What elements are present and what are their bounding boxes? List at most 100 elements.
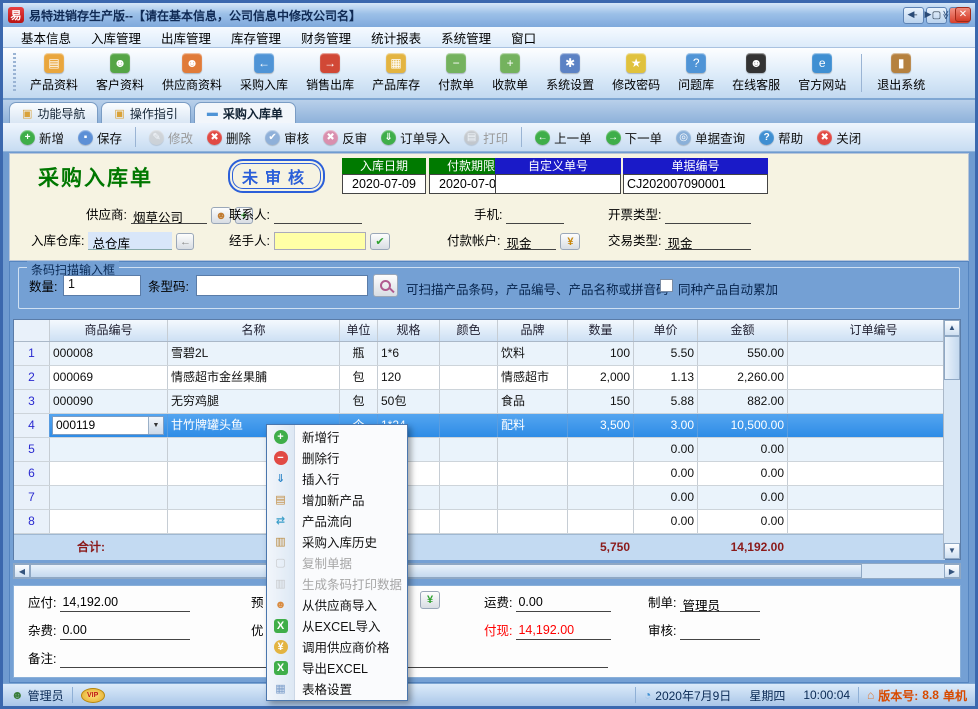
col-brand[interactable]: 品牌 [498, 320, 568, 341]
docbar-prev[interactable]: ← 上一单 [530, 126, 597, 149]
docbar-edit[interactable]: ✎ 修改 [144, 126, 198, 149]
toolbar-customers[interactable]: ☻ 客户资料 [87, 50, 153, 96]
menu-add-row[interactable]: + 新增行 [267, 426, 407, 447]
col-price[interactable]: 单价 [634, 320, 698, 341]
docbar-unaudit[interactable]: ✖ 反审 [318, 126, 372, 149]
warehouse-select-button[interactable]: ← [176, 233, 194, 250]
menu-item[interactable]: 基本信息 [11, 26, 81, 49]
toolbar-purchase-in[interactable]: ← 采购入库 [231, 50, 297, 96]
docbar-add[interactable]: + 新增 [15, 126, 69, 149]
col-spec[interactable]: 规格 [378, 320, 440, 341]
horizontal-scroll-thumb[interactable] [30, 564, 862, 578]
vertical-scrollbar[interactable]: ▲ ▼ [943, 320, 960, 559]
docbar-print[interactable]: ▤ 打印 [459, 126, 513, 149]
payable-field[interactable]: 14,192.00 [60, 595, 190, 612]
tab-guide[interactable]: ▣ 操作指引 [101, 102, 190, 123]
toolbar-products[interactable]: ▤ 产品资料 [21, 50, 87, 96]
tab-list-icon[interactable]: ≫ [938, 8, 952, 22]
docbar-delete[interactable]: ✖ 删除 [202, 126, 256, 149]
menu-import-supplier[interactable]: ☻ 从供应商导入 [267, 594, 407, 615]
horizontal-scrollbar[interactable]: ◀ ▶ [13, 563, 961, 579]
handler-select-button[interactable]: ✔ [370, 233, 390, 250]
docbar-help[interactable]: ? 帮助 [754, 126, 808, 149]
menu-export-excel[interactable]: X 导出EXCEL [267, 657, 407, 678]
menu-item[interactable]: 窗口 [501, 26, 546, 49]
menu-gen-barcode[interactable]: ▥ 生成条码打印数据 [267, 573, 407, 594]
date-value[interactable]: 2020-07-09 [342, 174, 426, 194]
menu-item[interactable]: 系统管理 [431, 26, 501, 49]
scroll-left-icon[interactable]: ◀ [14, 564, 30, 578]
barcode-code-input[interactable] [196, 275, 368, 296]
mobile-field[interactable] [506, 207, 564, 224]
trade-type-field[interactable]: 现金 [665, 233, 751, 250]
menu-item[interactable]: 财务管理 [291, 26, 361, 49]
scroll-right-icon[interactable]: ▶ [944, 564, 960, 578]
docbar-save[interactable]: ▪ 保存 [73, 126, 127, 149]
tab-purchase-order[interactable]: ▬ 采购入库单 [194, 102, 296, 123]
barcode-qty-input[interactable]: 1 [63, 275, 141, 296]
freight-field[interactable]: 0.00 [516, 595, 611, 612]
invoice-type-field[interactable] [665, 207, 751, 224]
toolbar-suppliers[interactable]: ☻ 供应商资料 [153, 50, 231, 96]
custom-no-value[interactable] [495, 174, 621, 194]
menu-purchase-history[interactable]: ▥ 采购入库历史 [267, 531, 407, 552]
col-color[interactable]: 颜色 [440, 320, 498, 341]
table-row[interactable]: 7 0.00 0.00 [14, 486, 945, 510]
menu-delete-row[interactable]: − 删除行 [267, 447, 407, 468]
tab-function-nav[interactable]: ▣ 功能导航 [9, 102, 98, 123]
toolbar-support[interactable]: ☻ 在线客服 [723, 50, 789, 96]
supplier-field[interactable]: 烟草公司 [131, 207, 207, 224]
vertical-scroll-thumb[interactable] [944, 336, 960, 380]
scroll-down-icon[interactable]: ▼ [944, 543, 960, 559]
menu-product-flow[interactable]: ⇄ 产品流向 [267, 510, 407, 531]
toolbar-faq[interactable]: ? 问题库 [669, 50, 723, 96]
menu-item[interactable]: 库存管理 [221, 26, 291, 49]
toolbar-settings[interactable]: ✱ 系统设置 [537, 50, 603, 96]
col-order-no[interactable]: 订单编号 [788, 320, 960, 341]
menu-item[interactable]: 出库管理 [151, 26, 221, 49]
tab-scroll-left-icon[interactable]: ◀ [904, 8, 918, 22]
docbar-close[interactable]: ✖ 关闭 [812, 126, 866, 149]
warehouse-field[interactable]: 总仓库 [88, 232, 172, 250]
toolbar-inventory[interactable]: ▦ 产品库存 [363, 50, 429, 96]
handler-field[interactable] [274, 232, 366, 250]
cash-paid-field[interactable]: 14,192.00 [516, 623, 611, 640]
currency-button[interactable]: ¥ [420, 591, 440, 609]
table-row[interactable]: 1 000008 雪碧2L 瓶 1*6 饮料 100 5.50 550.00 [14, 342, 945, 366]
horizontal-scroll-track[interactable] [862, 564, 944, 578]
menu-copy-doc[interactable]: ▢ 复制单据 [267, 552, 407, 573]
account-select-button[interactable]: ¥ [560, 233, 580, 250]
toolbar-payment[interactable]: − 付款单 [429, 50, 483, 96]
table-row[interactable]: 4 000119000119▼ 甘竹牌罐头鱼 个 1*24 配料 3,500 3… [14, 414, 945, 438]
col-name[interactable]: 名称 [168, 320, 340, 341]
toolbar-sales-out[interactable]: → 销售出库 [297, 50, 363, 96]
menu-import-excel[interactable]: X 从EXCEL导入 [267, 615, 407, 636]
pay-account-field[interactable]: 现金 [504, 233, 556, 250]
docbar-audit[interactable]: ✔ 审核 [260, 126, 314, 149]
product-code-combobox[interactable]: 000119▼ [52, 416, 164, 435]
col-amount[interactable]: 金额 [698, 320, 788, 341]
chevron-down-icon[interactable]: ▼ [148, 417, 163, 434]
docbar-order-import[interactable]: ⇓ 订单导入 [376, 126, 455, 149]
toolbar-receipt[interactable]: + 收款单 [483, 50, 537, 96]
supplier-lookup-button[interactable]: ☻ [211, 207, 231, 224]
col-code[interactable]: 商品编号 [50, 320, 168, 341]
contact-field[interactable] [274, 207, 362, 224]
table-row[interactable]: 3 000090 无穷鸡腿 包 50包 食品 150 5.88 882.00 [14, 390, 945, 414]
docbar-next[interactable]: → 下一单 [601, 126, 668, 149]
table-row[interactable]: 8 0.00 0.00 [14, 510, 945, 534]
toolbar-website[interactable]: e 官方网站 [789, 50, 855, 96]
menu-item[interactable]: 入库管理 [81, 26, 151, 49]
toolbar-exit[interactable]: ▮ 退出系统 [868, 50, 934, 96]
col-qty[interactable]: 数量 [568, 320, 634, 341]
barcode-search-button[interactable] [373, 274, 398, 297]
col-rownum[interactable] [14, 320, 50, 341]
table-row[interactable]: 6 0.00 0.00 [14, 462, 945, 486]
menu-add-product[interactable]: ▤ 增加新产品 [267, 489, 407, 510]
misc-fee-field[interactable]: 0.00 [60, 623, 190, 640]
accumulate-checkbox[interactable] [660, 279, 673, 292]
table-row[interactable]: 5 0.00 0.00 [14, 438, 945, 462]
docbar-query[interactable]: ◎ 单据查询 [671, 126, 750, 149]
scroll-up-icon[interactable]: ▲ [944, 320, 960, 336]
menu-supplier-price[interactable]: ¥ 调用供应商价格 [267, 636, 407, 657]
